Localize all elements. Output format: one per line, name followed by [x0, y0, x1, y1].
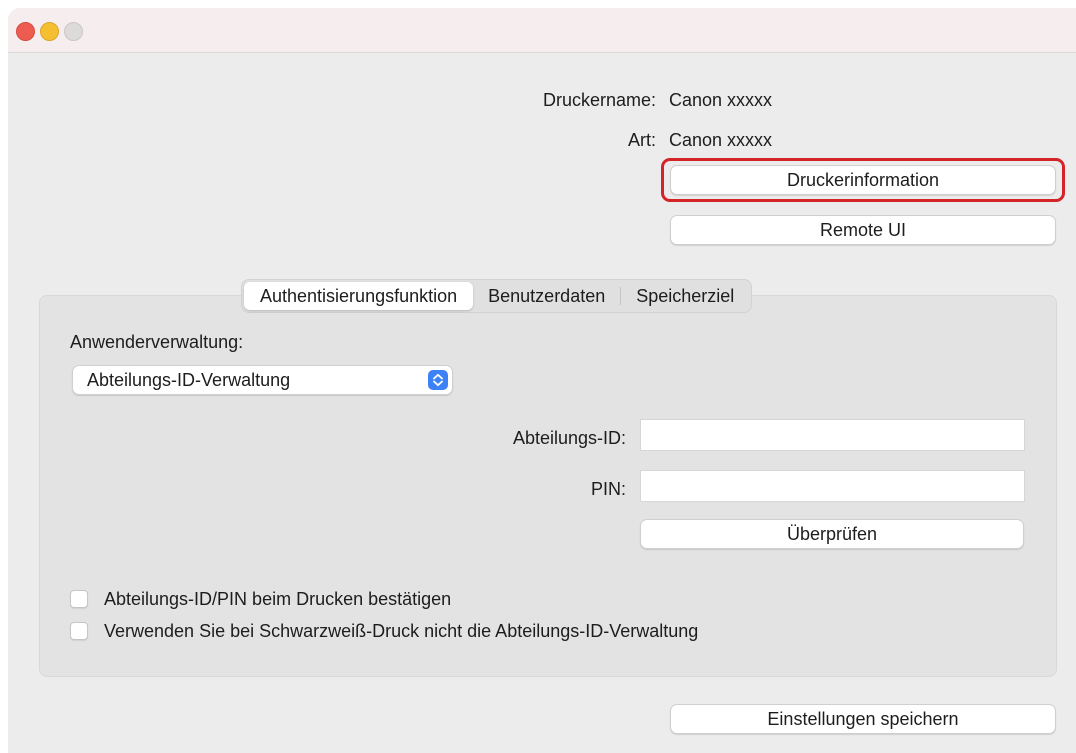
confirm-id-pin-label: Abteilungs-ID/PIN beim Drucken bestätige… — [104, 589, 452, 609]
user-management-selected-value: Abteilungs-ID-Verwaltung — [87, 370, 291, 390]
user-management-label: Anwenderverwaltung: — [70, 332, 244, 352]
tab-user-data[interactable]: Benutzerdaten — [473, 282, 620, 310]
title-bar — [8, 8, 1076, 53]
pin-label: PIN: — [590, 479, 626, 499]
bw-no-id-management-checkbox[interactable] — [70, 622, 88, 640]
up-down-chevron-icon — [428, 370, 448, 390]
pin-field[interactable] — [640, 470, 1025, 502]
confirm-id-pin-checkbox[interactable] — [70, 590, 88, 608]
tab-storage-destination[interactable]: Speicherziel — [621, 282, 749, 310]
zoom-window-button[interactable] — [64, 22, 83, 41]
department-id-field[interactable] — [640, 419, 1025, 451]
tab-authentication[interactable]: Authentisierungsfunktion — [244, 282, 474, 310]
printer-name-label: Druckername: — [542, 90, 656, 110]
close-window-button[interactable] — [16, 22, 35, 41]
bw-no-id-management-label: Verwenden Sie bei Schwarzweiß-Druck nich… — [104, 621, 699, 641]
printer-info-button[interactable]: Druckerinformation — [670, 165, 1056, 195]
minimize-window-button[interactable] — [40, 22, 59, 41]
type-label: Art: — [627, 130, 656, 150]
printer-name-value: Canon xxxxx — [669, 90, 773, 110]
user-management-select[interactable]: Abteilungs-ID-Verwaltung — [72, 365, 453, 395]
save-settings-button[interactable]: Einstellungen speichern — [670, 704, 1056, 734]
remote-ui-button[interactable]: Remote UI — [670, 215, 1056, 245]
tab-bar: Authentisierungsfunktion Benutzerdaten S… — [241, 279, 753, 313]
printer-settings-window: Druckername: Canon xxxxx Art: Canon xxxx… — [8, 8, 1076, 753]
verify-button[interactable]: Überprüfen — [640, 519, 1024, 549]
department-id-label: Abteilungs-ID: — [512, 428, 626, 448]
type-value: Canon xxxxx — [669, 130, 773, 150]
